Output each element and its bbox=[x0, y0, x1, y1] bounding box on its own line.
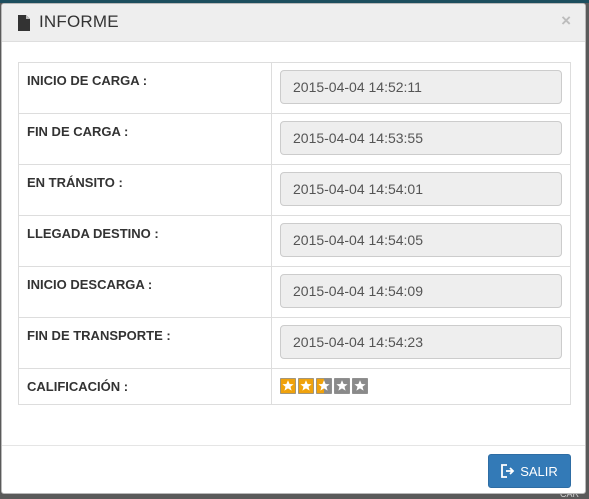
row-label: EN TRÁNSITO : bbox=[18, 164, 272, 216]
star-filled-icon[interactable] bbox=[298, 378, 314, 394]
salir-button[interactable]: SALIR bbox=[488, 454, 571, 488]
inicio-carga-field[interactable]: 2015-04-04 14:52:11 bbox=[280, 70, 562, 104]
fin-transporte-field[interactable]: 2015-04-04 14:54:23 bbox=[280, 325, 562, 359]
en-transito-field[interactable]: 2015-04-04 14:54:01 bbox=[280, 172, 562, 206]
sign-out-icon bbox=[501, 464, 515, 478]
star-half-icon[interactable] bbox=[316, 378, 332, 394]
star-empty-icon[interactable] bbox=[334, 378, 350, 394]
table-row: LLEGADA DESTINO : 2015-04-04 14:54:05 bbox=[18, 215, 571, 267]
table-row: EN TRÁNSITO : 2015-04-04 14:54:01 bbox=[18, 164, 571, 216]
inicio-descarga-field[interactable]: 2015-04-04 14:54:09 bbox=[280, 274, 562, 308]
star-rating[interactable] bbox=[280, 378, 562, 394]
row-label: INICIO DE CARGA : bbox=[18, 62, 272, 114]
dialog-body: INICIO DE CARGA : 2015-04-04 14:52:11 FI… bbox=[18, 62, 571, 405]
table-row: INICIO DESCARGA : 2015-04-04 14:54:09 bbox=[18, 266, 571, 318]
informe-table: INICIO DE CARGA : 2015-04-04 14:52:11 FI… bbox=[18, 62, 571, 405]
dialog-title: INFORME bbox=[39, 12, 119, 31]
table-row: CALIFICACIÓN : bbox=[18, 368, 571, 405]
dialog-footer: SALIR bbox=[2, 445, 585, 493]
table-row: FIN DE CARGA : 2015-04-04 14:53:55 bbox=[18, 113, 571, 165]
llegada-destino-field[interactable]: 2015-04-04 14:54:05 bbox=[280, 223, 562, 257]
row-label: INICIO DESCARGA : bbox=[18, 266, 272, 318]
rating-label: CALIFICACIÓN : bbox=[18, 368, 272, 405]
informe-dialog: INFORME × INICIO DE CARGA : 2015-04-04 1… bbox=[1, 3, 586, 494]
dialog-header: INFORME × bbox=[2, 4, 585, 42]
star-empty-icon[interactable] bbox=[352, 378, 368, 394]
salir-label: SALIR bbox=[520, 463, 558, 479]
row-label: FIN DE CARGA : bbox=[18, 113, 272, 165]
table-row: FIN DE TRANSPORTE : 2015-04-04 14:54:23 bbox=[18, 317, 571, 369]
star-filled-icon[interactable] bbox=[280, 378, 296, 394]
row-label: FIN DE TRANSPORTE : bbox=[18, 317, 272, 369]
fin-carga-field[interactable]: 2015-04-04 14:53:55 bbox=[280, 121, 562, 155]
row-label: LLEGADA DESTINO : bbox=[18, 215, 272, 267]
document-icon bbox=[18, 15, 30, 31]
close-button[interactable]: × bbox=[561, 11, 571, 31]
table-row: INICIO DE CARGA : 2015-04-04 14:52:11 bbox=[18, 62, 571, 114]
